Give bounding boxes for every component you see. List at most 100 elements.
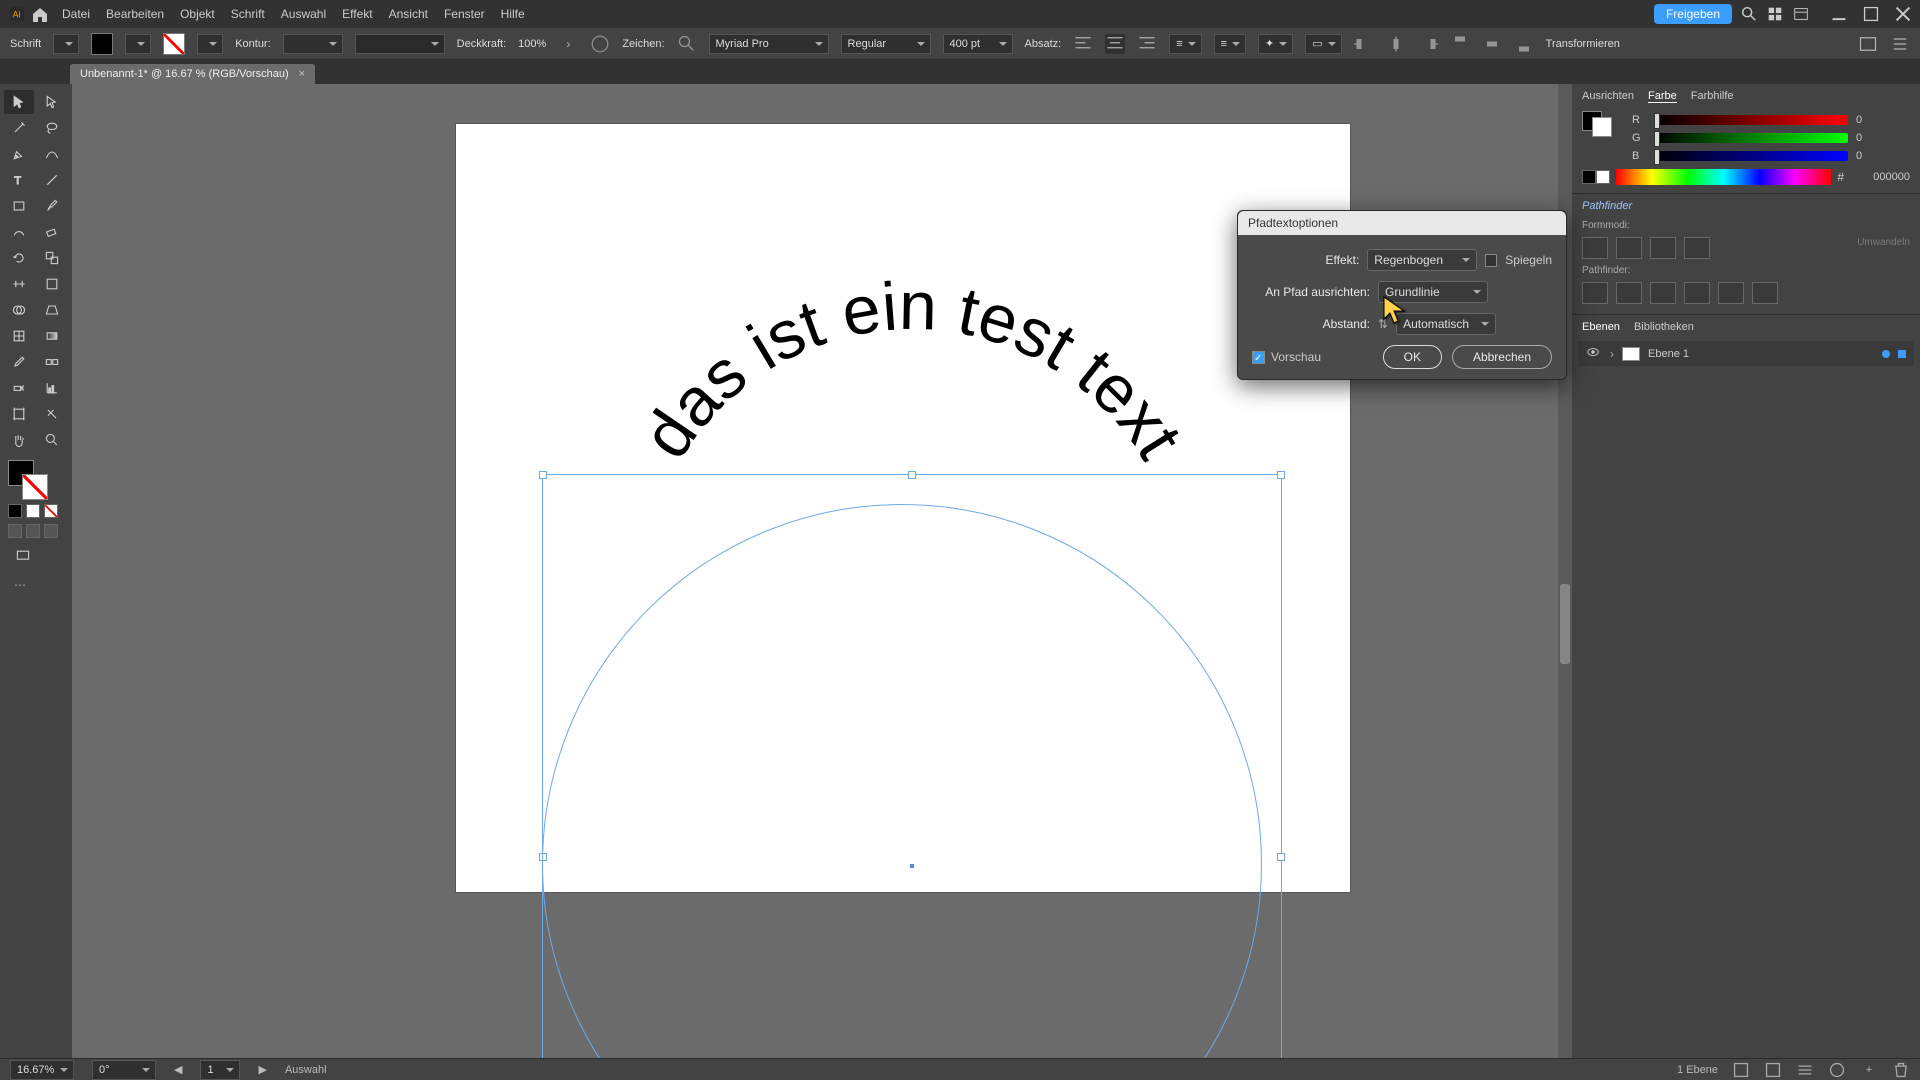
eyedropper-tool-icon[interactable]	[4, 350, 34, 374]
align-h1-icon[interactable]	[1354, 34, 1374, 54]
magic-wand-tool-icon[interactable]	[4, 116, 34, 140]
effects-dropdown[interactable]: ✦	[1258, 34, 1293, 54]
char-search-icon[interactable]	[677, 34, 697, 54]
pathfinder-header[interactable]: Pathfinder	[1572, 193, 1920, 218]
menu-datei[interactable]: Datei	[62, 7, 90, 21]
lasso-tool-icon[interactable]	[37, 116, 67, 140]
status-icon-4[interactable]	[1828, 1061, 1846, 1079]
g-slider[interactable]	[1654, 133, 1848, 143]
tool-mode-dropdown[interactable]	[53, 34, 79, 54]
bw-swatches[interactable]	[1582, 170, 1610, 184]
tab-bibliotheken[interactable]: Bibliotheken	[1634, 321, 1694, 333]
shape-intersect-icon[interactable]	[1650, 237, 1676, 259]
abstand-dropdown[interactable]: Automatisch	[1396, 313, 1496, 335]
free-transform-tool-icon[interactable]	[37, 272, 67, 296]
tab-farbhilfe[interactable]: Farbhilfe	[1691, 90, 1734, 103]
align-v1-icon[interactable]	[1450, 34, 1470, 54]
ok-button[interactable]: OK	[1383, 345, 1442, 369]
align-right-icon[interactable]	[1137, 34, 1157, 54]
pf-divide-icon[interactable]	[1582, 282, 1608, 304]
symbol-sprayer-tool-icon[interactable]	[4, 376, 34, 400]
tab-farbe[interactable]: Farbe	[1648, 90, 1677, 103]
status-icon-1[interactable]	[1732, 1061, 1750, 1079]
hand-tool-icon[interactable]	[4, 428, 34, 452]
draw-mode-swatches[interactable]	[8, 524, 68, 538]
shape-builder-tool-icon[interactable]	[4, 298, 34, 322]
perspective-tool-icon[interactable]	[37, 298, 67, 322]
layer-target-icon[interactable]	[1882, 350, 1890, 358]
font-size-dropdown[interactable]: 400 pt	[943, 34, 1013, 54]
stroke-swatch[interactable]	[163, 33, 185, 55]
menu-fenster[interactable]: Fenster	[444, 7, 485, 21]
b-slider[interactable]	[1654, 151, 1848, 161]
status-icon-2[interactable]	[1764, 1061, 1782, 1079]
pf-minus-back-icon[interactable]	[1752, 282, 1778, 304]
home-icon[interactable]	[30, 4, 50, 24]
status-trash-icon[interactable]	[1892, 1061, 1910, 1079]
rotation-dropdown[interactable]: 0°	[92, 1060, 156, 1080]
color-spectrum[interactable]	[1616, 169, 1831, 185]
artboard-tool-icon[interactable]	[4, 402, 34, 426]
pf-outline-icon[interactable]	[1718, 282, 1744, 304]
menu-ansicht[interactable]: Ansicht	[389, 7, 428, 21]
shape-minus-front-icon[interactable]	[1616, 237, 1642, 259]
search-icon[interactable]	[1740, 5, 1758, 23]
rotate-tool-icon[interactable]	[4, 246, 34, 270]
artboard-number[interactable]: 1	[200, 1060, 240, 1080]
pen-tool-icon[interactable]	[4, 142, 34, 166]
share-button[interactable]: Freigeben	[1654, 4, 1732, 24]
type-tool-icon[interactable]: T	[4, 168, 34, 192]
brush-tool-icon[interactable]	[37, 194, 67, 218]
list-bullet-dropdown[interactable]: ≡	[1169, 34, 1201, 54]
panel-menu-icon[interactable]	[1890, 34, 1910, 54]
selection-tool-icon[interactable]	[4, 90, 34, 114]
gradient-tool-icon[interactable]	[37, 324, 67, 348]
artboard-prev-icon[interactable]: ◀	[174, 1063, 182, 1076]
status-new-icon[interactable]: +	[1860, 1061, 1878, 1079]
tab-ausrichten[interactable]: Ausrichten	[1582, 90, 1634, 103]
rectangle-tool-icon[interactable]	[4, 194, 34, 218]
fill-dropdown[interactable]	[125, 34, 151, 54]
panel-toggle-icon[interactable]	[1858, 34, 1878, 54]
fill-swatch[interactable]	[91, 33, 113, 55]
width-tool-icon[interactable]	[4, 272, 34, 296]
pf-crop-icon[interactable]	[1684, 282, 1710, 304]
hex-value[interactable]: 000000	[1850, 171, 1910, 183]
stroke-dropdown[interactable]	[197, 34, 223, 54]
deckkraft-value[interactable]: 100%	[518, 38, 546, 50]
list-number-dropdown[interactable]: ≡	[1214, 34, 1246, 54]
panel-fill-stroke[interactable]	[1582, 111, 1612, 137]
shape-unite-icon[interactable]	[1582, 237, 1608, 259]
menu-hilfe[interactable]: Hilfe	[501, 7, 525, 21]
dialog-title[interactable]: Pfadtextoptionen	[1238, 211, 1566, 235]
align-left-icon[interactable]	[1073, 34, 1093, 54]
status-icon-3[interactable]	[1796, 1061, 1814, 1079]
layer-name[interactable]: Ebene 1	[1648, 348, 1874, 360]
arrange-icon[interactable]	[1766, 5, 1784, 23]
document-tab[interactable]: Unbenannt-1* @ 16.67 % (RGB/Vorschau) ×	[70, 64, 315, 84]
menu-auswahl[interactable]: Auswahl	[281, 7, 326, 21]
b-value[interactable]: 0	[1856, 150, 1900, 162]
chevron-right-icon[interactable]: ›	[558, 34, 578, 54]
eraser-tool-icon[interactable]	[37, 220, 67, 244]
align-h3-icon[interactable]	[1418, 34, 1438, 54]
stroke-weight-dropdown[interactable]	[283, 34, 343, 54]
workspace-icon[interactable]	[1792, 5, 1810, 23]
document-tab-close-icon[interactable]: ×	[299, 68, 305, 80]
edit-toolbar-icon[interactable]: ⋯	[14, 578, 68, 592]
r-value[interactable]: 0	[1856, 114, 1900, 126]
pf-merge-icon[interactable]	[1650, 282, 1676, 304]
align-h2-icon[interactable]	[1386, 34, 1406, 54]
blend-tool-icon[interactable]	[37, 350, 67, 374]
curvature-tool-icon[interactable]	[37, 142, 67, 166]
shape-exclude-icon[interactable]	[1684, 237, 1710, 259]
align-object-dropdown[interactable]: ▭	[1305, 34, 1341, 54]
align-v2-icon[interactable]	[1482, 34, 1502, 54]
fill-stroke-swatch[interactable]	[8, 460, 48, 500]
abstand-stepper-icon[interactable]: ⇅	[1378, 317, 1388, 331]
menu-schrift[interactable]: Schrift	[231, 7, 265, 21]
zoom-tool-icon[interactable]	[37, 428, 67, 452]
window-maximize-icon[interactable]	[1862, 5, 1880, 23]
font-family-dropdown[interactable]: Myriad Pro	[709, 34, 829, 54]
line-tool-icon[interactable]	[37, 168, 67, 192]
